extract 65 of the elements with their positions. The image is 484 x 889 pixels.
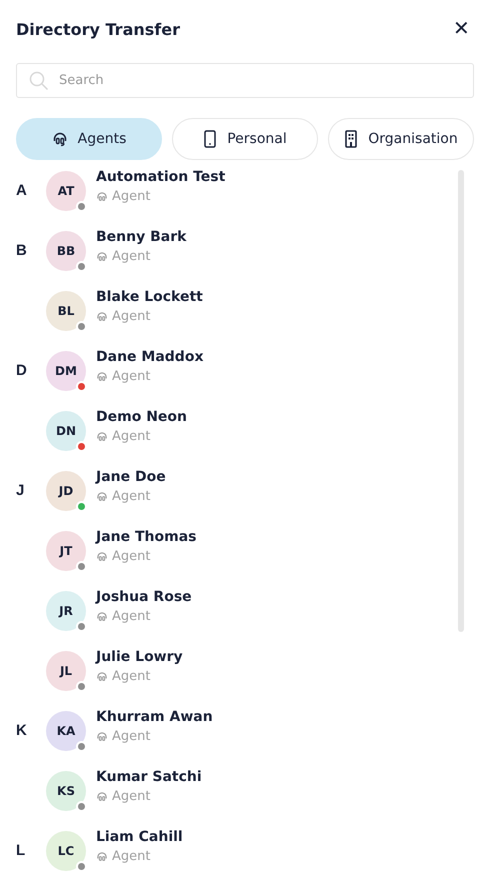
headset-icon <box>96 611 108 623</box>
contact-role: Agent <box>112 668 150 686</box>
avatar: LC <box>46 831 86 871</box>
headset-icon <box>96 191 108 203</box>
contact-name[interactable]: Demo Neon <box>96 408 187 426</box>
headset-icon <box>96 731 108 743</box>
avatar: JR <box>46 591 86 631</box>
phone-icon <box>203 130 218 148</box>
index-letter: L <box>16 841 26 861</box>
headset-icon <box>96 431 108 443</box>
avatar: JT <box>46 531 86 571</box>
contact-role: Agent <box>112 188 150 206</box>
headset-icon <box>96 371 108 383</box>
contact-name[interactable]: Joshua Rose <box>96 588 192 606</box>
search-icon <box>29 70 49 90</box>
dialog-title: Directory Transfer <box>16 20 180 38</box>
contact-name[interactable]: Jane Thomas <box>96 528 196 546</box>
scrollbar[interactable] <box>458 170 464 632</box>
contact-role: Agent <box>112 548 150 566</box>
contact-role: Agent <box>112 728 150 746</box>
contact-role: Agent <box>112 848 150 866</box>
contact-role: Agent <box>112 488 150 506</box>
contact-role: Agent <box>112 308 150 326</box>
headset-icon <box>96 491 108 503</box>
contact-name[interactable]: Automation Test <box>96 170 226 186</box>
headset-icon <box>96 851 108 863</box>
contact-name[interactable]: Khurram Awan <box>96 708 213 726</box>
building-icon <box>344 130 358 148</box>
contact-role: Agent <box>112 788 150 806</box>
index-letter: B <box>16 241 28 261</box>
contact-name[interactable]: Blake Lockett <box>96 288 203 306</box>
avatar: AT <box>46 171 86 211</box>
avatar: JL <box>46 651 86 691</box>
avatar: BB <box>46 231 86 271</box>
contact-name[interactable]: Julie Lowry <box>96 648 183 666</box>
index-letter: D <box>16 361 28 381</box>
tab[interactable]: Agents <box>16 118 162 160</box>
headset-icon <box>96 791 108 803</box>
avatar: BL <box>46 291 86 331</box>
tab[interactable]: Organisation <box>328 118 474 160</box>
avatar: KA <box>46 711 86 751</box>
tab[interactable]: Personal <box>172 118 318 160</box>
contact-name[interactable]: Jane Doe <box>96 468 166 486</box>
contact-role: Agent <box>112 608 150 626</box>
contact-name[interactable]: Dane Maddox <box>96 348 204 366</box>
contact-name[interactable]: Liam Cahill <box>96 828 183 846</box>
contact-name[interactable]: Benny Bark <box>96 228 186 246</box>
avatar: DM <box>46 351 86 391</box>
avatar: KS <box>46 771 86 811</box>
search-field[interactable]: Search <box>16 63 474 98</box>
headset-icon <box>96 251 108 263</box>
avatar: JD <box>46 471 86 511</box>
contact-role: Agent <box>112 428 150 446</box>
index-letter: J <box>16 481 26 501</box>
contact-role: Agent <box>112 248 150 266</box>
headset-icon <box>96 551 108 563</box>
headset-icon <box>96 671 108 683</box>
close-button[interactable]: ✕ <box>449 19 474 39</box>
headset-icon <box>96 311 108 323</box>
headset-icon <box>52 131 68 147</box>
index-letter: A <box>16 181 28 201</box>
contact-role: Agent <box>112 368 150 386</box>
contact-name[interactable]: Kumar Satchi <box>96 768 202 786</box>
avatar: DN <box>46 411 86 451</box>
index-letter: K <box>16 721 28 741</box>
